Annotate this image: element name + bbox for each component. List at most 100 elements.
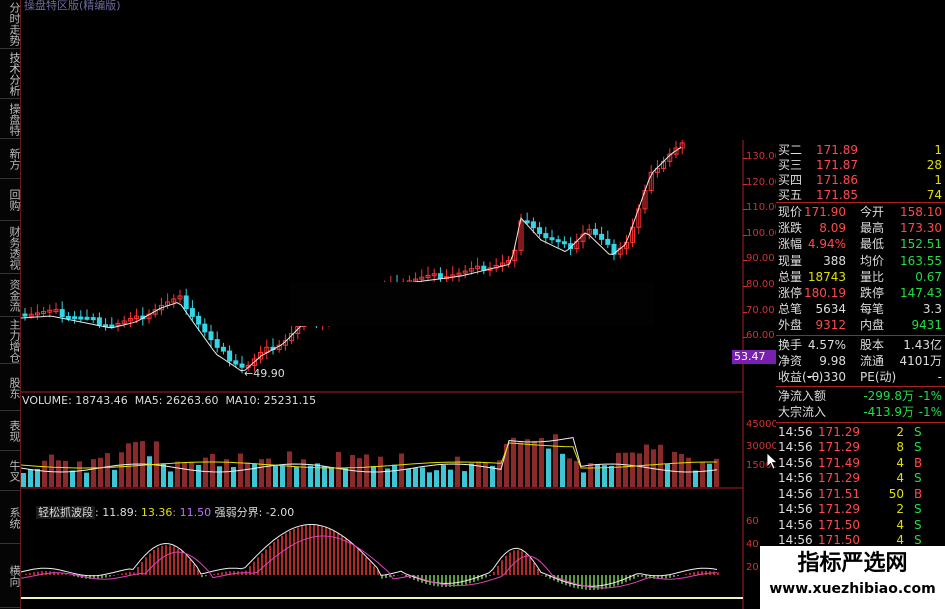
candle-body xyxy=(537,227,543,235)
left-tab-6[interactable]: 财务透视 xyxy=(0,222,21,274)
indicator-bar xyxy=(181,551,183,575)
indicator-bar xyxy=(509,552,511,575)
volume-bar xyxy=(182,463,187,487)
indicator-bar xyxy=(577,575,579,589)
stat-label: 今开 xyxy=(860,205,885,219)
quote-panel: 买二 171.89 1 买三 171.87 28 买四 171.86 1 买五 171.85 74 现价… xyxy=(776,140,945,609)
left-tab-11[interactable]: 牛叉 xyxy=(0,452,21,491)
tick-price: 171.29 xyxy=(818,440,860,455)
indicator-bar xyxy=(645,575,647,578)
candle-body xyxy=(72,316,78,320)
indicator-name[interactable]: 轻松抓波段 xyxy=(36,506,95,519)
volume-bar xyxy=(448,469,453,487)
indicator-bar xyxy=(345,538,347,575)
volume-bar xyxy=(602,465,607,487)
candle-body xyxy=(96,317,102,326)
volume-bar xyxy=(196,464,201,487)
indicator-value: : 11.89 xyxy=(95,506,134,519)
indicator-bar xyxy=(289,530,291,575)
volume-bar xyxy=(49,454,54,487)
indicator-bar xyxy=(525,553,527,575)
indicator-bar xyxy=(301,526,303,575)
indicator-bar xyxy=(673,575,675,577)
tick-price: 171.29 xyxy=(818,502,860,517)
current-price-marker: 53.47 xyxy=(732,350,776,364)
indicator-bar xyxy=(217,573,219,575)
indicator-bar xyxy=(205,575,207,577)
price-axis-tickmark xyxy=(743,234,747,236)
candle-body xyxy=(90,317,96,321)
tick-time: 14:56 xyxy=(778,502,813,517)
volume-bar xyxy=(245,462,250,487)
indicator-bar xyxy=(185,555,187,575)
tick-side: B xyxy=(914,455,923,470)
volume-bar xyxy=(91,459,96,487)
left-tab-2[interactable]: 技术分析 xyxy=(0,50,21,99)
indicator-bar xyxy=(281,535,283,575)
stat-value: 18743 xyxy=(807,269,846,284)
indicator-bar xyxy=(669,575,671,578)
indicator-bar xyxy=(641,575,643,577)
volume-bar xyxy=(273,465,278,487)
indicator-bar xyxy=(33,572,35,575)
left-tab-5[interactable]: 回购 xyxy=(0,180,21,221)
volume-bar xyxy=(392,464,397,487)
flow-label: 净流入额 xyxy=(778,389,827,404)
volume-bar xyxy=(518,442,523,487)
stat-label: 总笔 xyxy=(778,302,803,317)
left-tab-9[interactable]: 股东 xyxy=(0,365,21,411)
stat-value: 152.51 xyxy=(900,237,942,252)
volume-bar xyxy=(665,464,670,487)
left-tab-3[interactable]: 操盘特 xyxy=(0,100,21,139)
tick-time: 14:56 xyxy=(778,517,813,532)
volume-bar xyxy=(700,461,705,487)
indicator-bar xyxy=(285,533,287,575)
volume-bar xyxy=(168,471,173,487)
volume-bar xyxy=(630,452,635,487)
volume-bar xyxy=(560,453,565,487)
volume-axis-tick: 30000 xyxy=(746,441,778,452)
left-tab-8[interactable]: 主力增仓 xyxy=(0,318,21,364)
volume-bar xyxy=(210,454,215,487)
left-tab-10[interactable]: 表现 xyxy=(0,412,21,451)
volume-bar xyxy=(427,472,432,487)
volume-bar xyxy=(126,443,131,487)
tick-side: S xyxy=(914,517,922,532)
indicator-bar xyxy=(385,575,387,579)
tick-time: 14:56 xyxy=(778,486,813,501)
indicator-bar xyxy=(113,575,115,576)
indicator-bar xyxy=(429,575,431,585)
left-tab-12[interactable]: 系统 xyxy=(0,492,21,544)
candle-body xyxy=(189,308,195,317)
volume-bar xyxy=(434,470,439,487)
indicator-bar xyxy=(677,575,679,576)
indicator-bar xyxy=(29,572,31,575)
indicator-bar xyxy=(161,545,163,575)
turnover-value: 4.57% xyxy=(807,337,846,352)
stat-value: 3.3 xyxy=(922,302,942,317)
left-tab-1[interactable]: 分时走势 xyxy=(0,0,21,49)
indicator-bar xyxy=(349,542,351,575)
left-tab-4[interactable]: 新方 xyxy=(0,140,21,179)
volume-bar xyxy=(35,468,40,487)
watermark-url: www.xuezhibiao.com xyxy=(769,581,936,597)
volume-bar xyxy=(280,465,285,487)
indicator-bar xyxy=(265,549,267,575)
indicator-bar xyxy=(261,553,263,575)
mouse-cursor-icon xyxy=(766,452,778,470)
volume-bar xyxy=(161,463,166,487)
left-tab-13[interactable]: 横向 xyxy=(0,545,21,608)
volume-bar xyxy=(56,460,61,487)
left-tab-7[interactable]: 资金流 xyxy=(0,275,21,317)
indicator-bar xyxy=(601,575,603,590)
tick-side: S xyxy=(914,502,922,517)
volume-bar xyxy=(217,466,222,487)
indicator-bar xyxy=(329,529,331,575)
volume-bar xyxy=(371,465,376,487)
candle-body xyxy=(196,315,202,325)
price-axis-tick: 90.00 xyxy=(746,253,775,265)
indicator-bar xyxy=(173,546,175,575)
indicator-bar xyxy=(589,575,591,590)
indicator-bar xyxy=(489,575,491,576)
trade-tick-row: 14:56 171.29 4 S xyxy=(776,471,945,486)
